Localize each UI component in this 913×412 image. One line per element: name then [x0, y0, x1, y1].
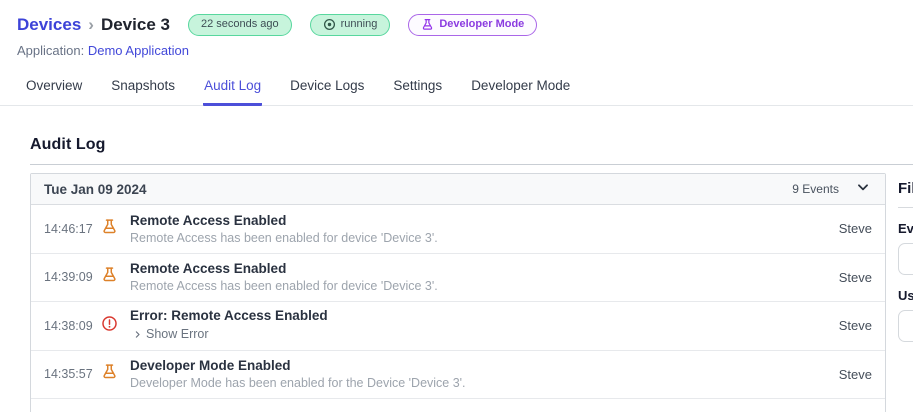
application-line: Application: Demo Application	[17, 43, 913, 58]
events-filter-select[interactable]	[898, 243, 913, 275]
row-title: Error: Remote Access Enabled	[130, 308, 328, 323]
tab-device-logs[interactable]: Device Logs	[289, 72, 365, 106]
target-icon	[323, 18, 336, 31]
last-seen-badge: 22 seconds ago	[187, 14, 292, 36]
show-error-toggle[interactable]: Show Error	[133, 327, 209, 341]
tab-settings[interactable]: Settings	[392, 72, 443, 106]
tab-bar: Overview Snapshots Audit Log Device Logs Set…	[0, 72, 913, 106]
last-seen-badge-label: 22 seconds ago	[200, 18, 279, 30]
status-badge-label: running	[340, 18, 378, 30]
audit-log-row: 14:38:09 Error: Remote Access Enabled Sh…	[31, 302, 885, 351]
audit-log-row: 14:39:09 Remote Access Enabled Remote Ac…	[31, 254, 885, 302]
audit-log-table: Tue Jan 09 2024 9 Events 14:46:17 Remote…	[30, 173, 886, 412]
developer-mode-badge: Developer Mode	[408, 14, 538, 36]
chevron-down-icon[interactable]	[856, 180, 870, 199]
user-filter-select[interactable]	[898, 310, 913, 342]
audit-log-row: 14:46:17 Remote Access Enabled Remote Ac…	[31, 205, 885, 254]
breadcrumb: Devices › Device 3 22 seconds ago runnin…	[17, 14, 913, 36]
flask-icon	[101, 363, 118, 385]
developer-mode-badge-label: Developer Mode	[439, 18, 525, 30]
date-group-label: Tue Jan 09 2024	[44, 181, 147, 197]
page-header: Devices › Device 3 22 seconds ago runnin…	[0, 0, 913, 58]
breadcrumb-devices-link[interactable]: Devices	[17, 15, 81, 35]
page-title: Audit Log	[30, 136, 106, 153]
filter-panel-title: Filter	[898, 180, 913, 197]
status-badge: running	[309, 14, 391, 36]
row-title: Developer Mode Enabled	[130, 358, 291, 374]
audit-log-row: 14:35:30 Developer Mode Disabled Steve	[31, 399, 885, 412]
breadcrumb-current-device: Device 3	[100, 15, 170, 34]
flask-icon	[101, 266, 118, 288]
date-group-header[interactable]: Tue Jan 09 2024 9 Events	[31, 174, 885, 205]
filter-panel-divider	[898, 207, 913, 208]
flask-icon	[101, 218, 118, 240]
row-title: Remote Access Enabled	[130, 212, 287, 228]
row-user: Steve	[838, 221, 872, 237]
row-time: 14:46:17	[44, 221, 93, 236]
device-detail-page: Devices › Device 3 22 seconds ago runnin…	[0, 0, 913, 412]
show-error-label: Show Error	[146, 327, 209, 341]
tab-overview[interactable]: Overview	[25, 72, 83, 106]
audit-log-row: 14:35:57 Developer Mode Enabled Develope…	[31, 351, 885, 399]
tab-audit-log[interactable]: Audit Log	[203, 72, 263, 106]
filter-panel: Filter Events User	[898, 173, 913, 342]
main-content: Audit Log Tue Jan 09 2024 9 Events 14:46…	[0, 136, 913, 412]
error-icon	[101, 315, 118, 337]
row-description: Developer Mode has been enabled for the …	[130, 376, 466, 391]
user-filter-label: User	[898, 288, 913, 303]
row-user: Steve	[838, 318, 872, 334]
tab-developer-mode[interactable]: Developer Mode	[470, 72, 571, 106]
content-row: Tue Jan 09 2024 9 Events 14:46:17 Remote…	[30, 173, 913, 412]
application-link[interactable]: Demo Application	[88, 43, 189, 58]
row-time: 14:35:57	[44, 367, 93, 382]
row-time: 14:38:09	[44, 318, 93, 333]
title-divider	[30, 164, 913, 165]
flask-icon	[421, 18, 434, 31]
breadcrumb-separator-icon: ›	[88, 15, 94, 34]
audit-table-rows: 14:46:17 Remote Access Enabled Remote Ac…	[31, 205, 885, 412]
events-count: 9 Events	[792, 182, 839, 196]
row-title: Remote Access Enabled	[130, 261, 287, 277]
row-description: Remote Access has been enabled for devic…	[130, 279, 438, 294]
row-description: Remote Access has been enabled for devic…	[130, 230, 438, 245]
row-time: 14:39:09	[44, 270, 93, 285]
row-user: Steve	[838, 366, 872, 382]
application-label: Application:	[17, 43, 85, 58]
row-user: Steve	[838, 269, 872, 285]
events-filter-label: Events	[898, 221, 913, 236]
tab-snapshots[interactable]: Snapshots	[110, 72, 176, 106]
